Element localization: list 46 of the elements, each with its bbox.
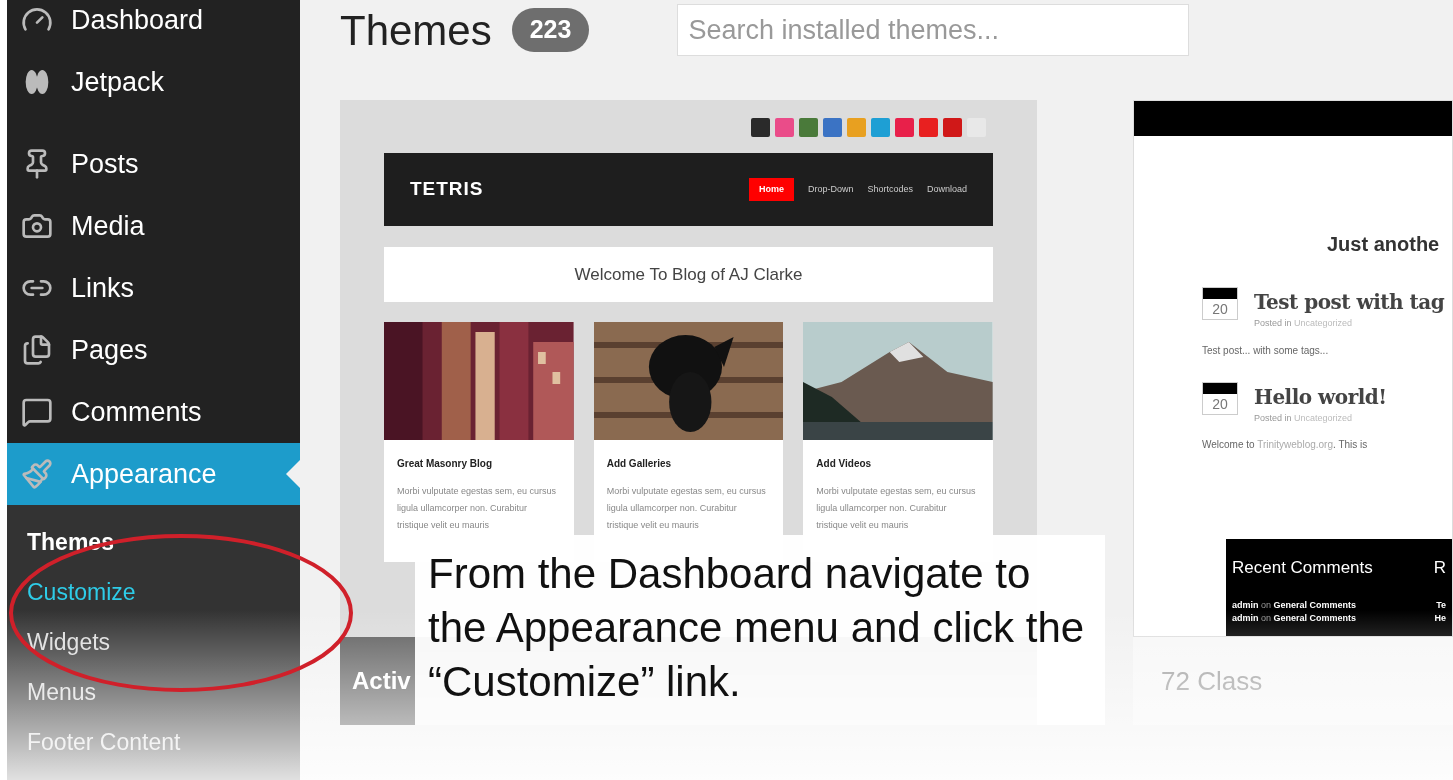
- widget-title: R: [1433, 557, 1446, 579]
- post-excerpt: Welcome to Trinityweblog.org. This is: [1202, 438, 1369, 452]
- menu-item[interactable]: Jetpack: [7, 51, 300, 113]
- menu-item[interactable]: Pages: [7, 319, 300, 381]
- menu-item[interactable]: Links: [7, 257, 300, 319]
- post-excerpt: Morbi vulputate egestas sem, eu cursus ligula ullamcorper non. Curabitur tristique velit eu mauris: [816, 485, 977, 532]
- post-title: Great Masonry Blog: [397, 457, 494, 471]
- nav-link[interactable]: Drop-Down: [807, 182, 854, 197]
- post-title: Add Videos: [816, 457, 873, 471]
- comment-entry: He: [1434, 612, 1446, 625]
- nav-link[interactable]: Download: [926, 182, 967, 197]
- site-title: TETRIS: [410, 177, 484, 202]
- theme-name: 72 Class: [1161, 664, 1263, 698]
- theme-name: Activ: [352, 666, 411, 696]
- nav-link[interactable]: Home: [748, 177, 794, 202]
- comment-entry: Te: [1436, 598, 1446, 612]
- theme-screenshot[interactable]: [1133, 100, 1453, 637]
- menu-icon: [21, 458, 53, 490]
- menu-item[interactable]: Media: [7, 195, 300, 257]
- post-meta: Posted in Uncategorized: [1254, 411, 1354, 425]
- site-tagline: Just anothe: [1327, 232, 1441, 257]
- caption-text: From the Dashboard navigate to the Appearance menu and click the “Customize” link.: [428, 549, 1086, 707]
- submenu-item[interactable]: Customize: [27, 567, 136, 617]
- welcome-banner: Welcome To Blog of AJ Clarke: [384, 247, 993, 302]
- menu-item[interactable]: Comments: [7, 381, 300, 443]
- comment-entry: admin on General Comments: [1232, 612, 1357, 625]
- date-badge: 20: [1202, 287, 1238, 320]
- post-excerpt: Morbi vulputate egestas sem, eu cursus ligula ullamcorper non. Curabitur tristique velit eu mauris: [397, 485, 558, 532]
- post-excerpt: Test post... with some tags...: [1202, 343, 1330, 358]
- search-field[interactable]: Search installed themes...: [677, 4, 1190, 56]
- widget-title: Recent Comments: [1232, 557, 1373, 579]
- post-title: Add Galleries: [606, 457, 673, 471]
- menu-icon: [21, 396, 53, 428]
- menu-item[interactable]: Dashboard: [7, 0, 300, 51]
- count-badge: 223: [511, 8, 590, 52]
- nav-link[interactable]: Shortcodes: [867, 182, 913, 197]
- post-title[interactable]: Test post with tag: [1254, 287, 1445, 317]
- page-title: Themes: [340, 5, 492, 56]
- post-meta: Posted in Uncategorized: [1254, 317, 1354, 330]
- post-excerpt: Morbi vulputate egestas sem, eu cursus ligula ullamcorper non. Curabitur tristique velit eu mauris: [606, 485, 767, 532]
- submenu-item[interactable]: Widgets: [27, 617, 111, 667]
- menu-item[interactable]: Posts: [7, 133, 300, 195]
- menu-icon: [21, 334, 53, 366]
- post-title[interactable]: Hello world!: [1254, 381, 1387, 412]
- date-badge: 20: [1202, 381, 1238, 415]
- comment-entry: admin on General Comments: [1232, 598, 1357, 612]
